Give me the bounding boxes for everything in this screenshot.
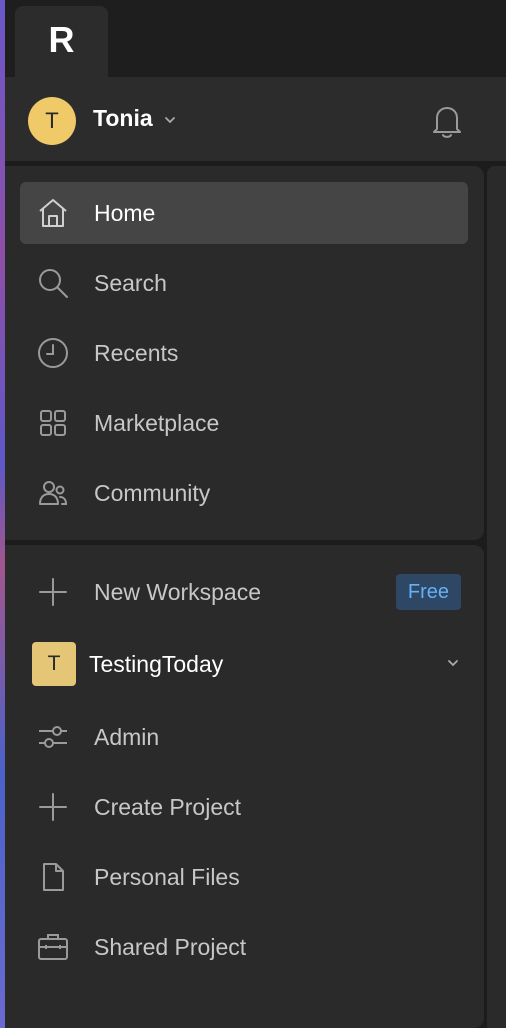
user-header: T Tonia (5, 77, 506, 161)
clock-icon (37, 337, 69, 369)
plus-icon (37, 791, 69, 823)
nav-label: Recents (94, 339, 179, 366)
home-icon (37, 197, 69, 229)
sliders-icon (37, 721, 69, 753)
workspace-panel: New Workspace Free T TestingToday Admin … (5, 545, 484, 1028)
new-workspace-button[interactable]: New Workspace Free (20, 561, 468, 623)
main-content-edge (487, 166, 506, 1028)
nav-item-community[interactable]: Community (20, 462, 468, 524)
nav-label: Marketplace (94, 409, 220, 436)
tab-bar: R (5, 0, 506, 78)
nav-label: Community (94, 479, 211, 506)
app-tab[interactable]: R (15, 6, 108, 78)
plus-icon (37, 576, 69, 608)
user-avatar[interactable]: T (28, 97, 76, 145)
nav-item-personal-files[interactable]: Personal Files (20, 846, 468, 908)
nav-item-marketplace[interactable]: Marketplace (20, 392, 468, 454)
nav-label: Shared Project (94, 933, 247, 960)
chevron-down-icon[interactable] (163, 113, 177, 127)
nav-item-search[interactable]: Search (20, 252, 468, 314)
grid-icon (37, 407, 69, 439)
nav-item-admin[interactable]: Admin (20, 706, 468, 768)
nav-label: Search (94, 269, 167, 296)
user-name[interactable]: Tonia (93, 105, 153, 132)
people-icon (37, 477, 69, 509)
briefcase-icon (37, 931, 69, 963)
workspace-selector[interactable]: T TestingToday (20, 633, 468, 695)
search-icon (37, 267, 69, 299)
workspace-name: TestingToday (89, 650, 224, 677)
nav-label: Create Project (94, 793, 242, 820)
nav-item-recents[interactable]: Recents (20, 322, 468, 384)
nav-item-shared-project[interactable]: Shared Project (20, 916, 468, 978)
nav-item-home[interactable]: Home (20, 182, 468, 244)
free-badge: Free (395, 574, 461, 610)
app-logo: R (48, 19, 75, 60)
nav-item-create-project[interactable]: Create Project (20, 776, 468, 838)
chevron-down-icon[interactable] (446, 656, 460, 670)
main-nav-panel: Home Search Recents Marketplace Communit… (5, 166, 484, 540)
nav-label: New Workspace (94, 578, 262, 605)
nav-label: Home (94, 199, 156, 226)
bell-icon[interactable] (430, 103, 464, 139)
nav-label: Personal Files (94, 863, 240, 890)
workspace-avatar: T (32, 642, 76, 686)
nav-label: Admin (94, 723, 160, 750)
file-icon (37, 861, 69, 893)
